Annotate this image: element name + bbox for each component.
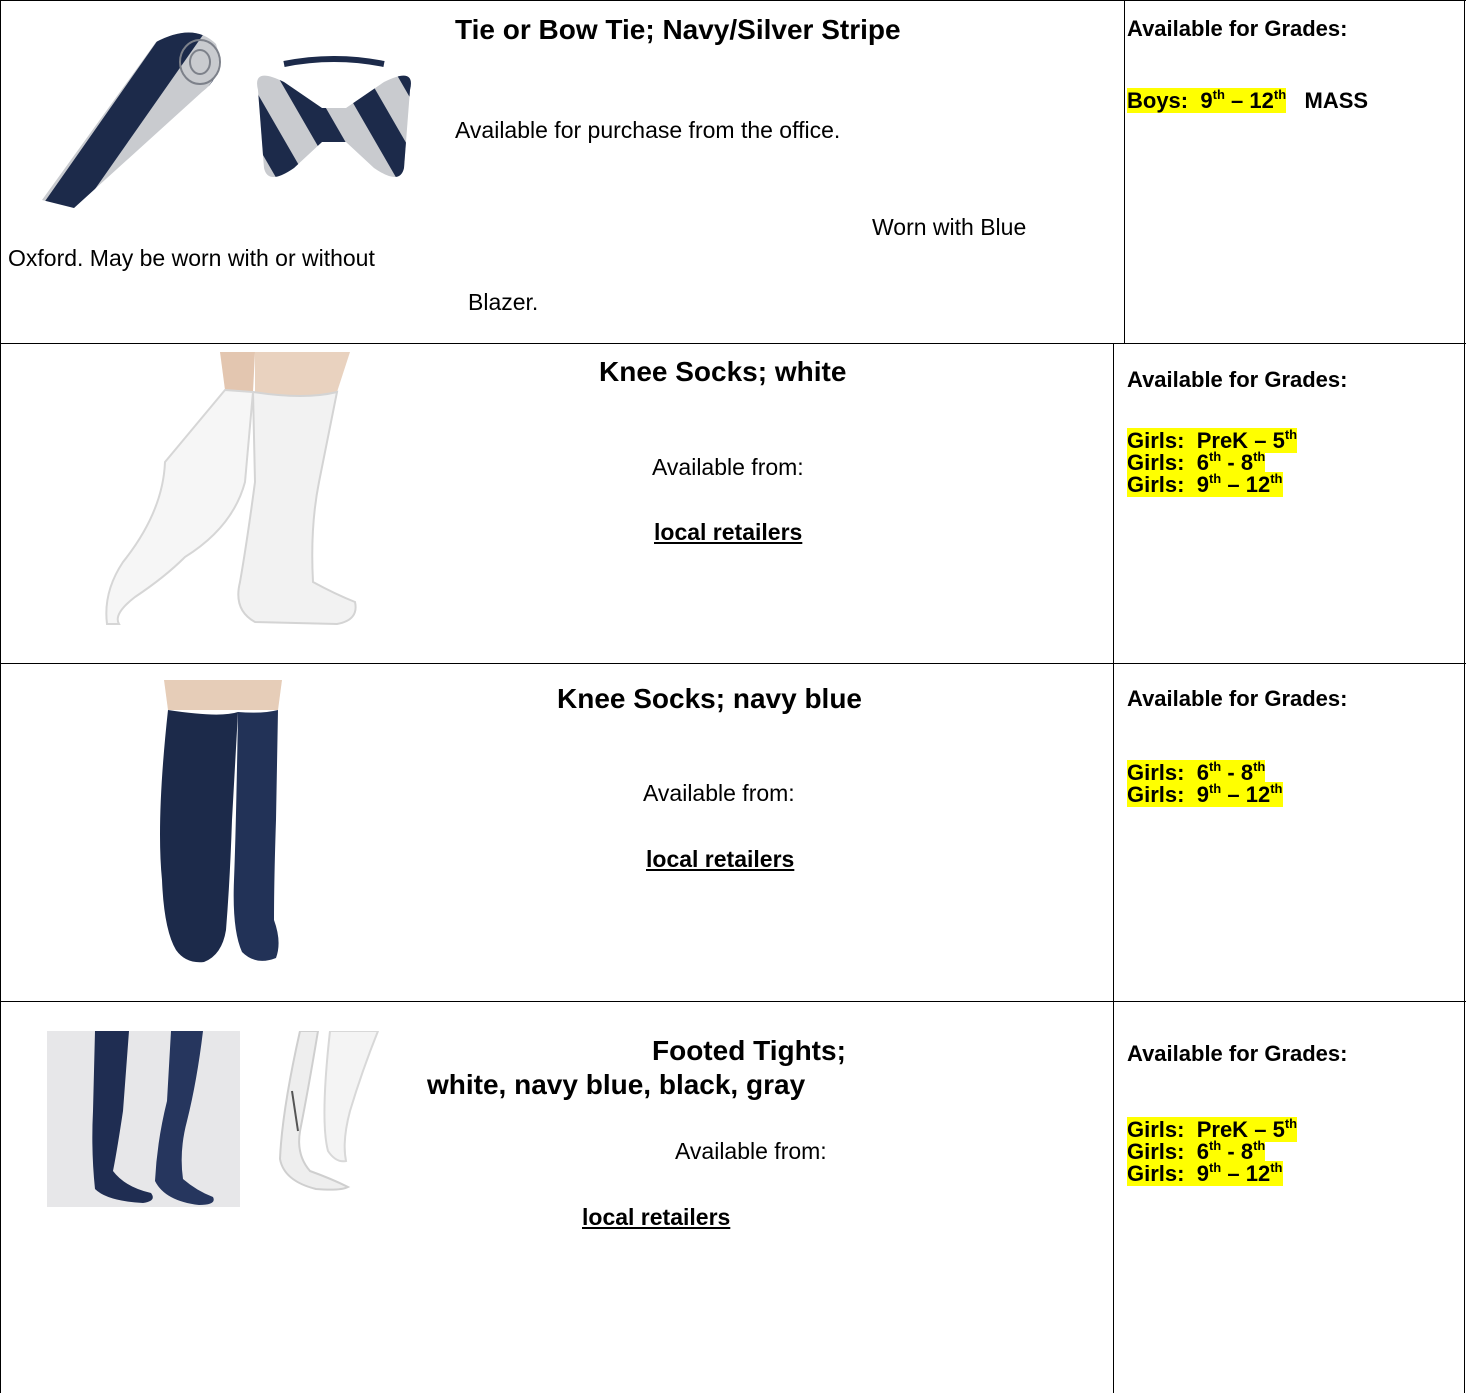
retailer-link[interactable]: local retailers [654, 519, 802, 546]
product-title: Knee Socks; white [599, 356, 847, 387]
usage-note: Oxford. May be worn with or without [8, 245, 375, 271]
column-divider [1124, 0, 1125, 343]
necktie-image [42, 32, 221, 208]
usage-note: Blazer. [468, 289, 539, 315]
grade-entry: Girls: 6th - 8th [1127, 759, 1266, 785]
grade-list: Boys: 9th – 12th MASS [1127, 87, 1369, 113]
grade-entry: Girls: 9th – 12th [1127, 471, 1283, 497]
column-divider [1113, 343, 1114, 1393]
white-tights-image [270, 1031, 380, 1191]
availability-note: Available from: [652, 454, 804, 480]
availability-note: Available from: [675, 1138, 827, 1164]
grade-list: Girls: PreK – 5th Girls: 6th - 8th Girls… [1127, 1117, 1298, 1186]
grade-list: Girls: 6th - 8th Girls: 9th – 12th [1127, 759, 1283, 807]
retailer-link[interactable]: local retailers [646, 846, 794, 873]
table-border-left [0, 0, 1, 1393]
bow-tie-image [257, 56, 411, 177]
product-title: Knee Socks; navy blue [557, 683, 863, 714]
purchase-note: Available for purchase from the office. [455, 117, 841, 143]
row-divider [0, 343, 1466, 344]
available-grades-label: Available for Grades: [1127, 367, 1348, 392]
availability-note: Available from: [643, 780, 795, 806]
navy-knee-socks-image [160, 680, 282, 963]
product-subtitle: white, navy blue, black, gray [427, 1069, 806, 1100]
grade-entry: Girls: 9th – 12th [1127, 1160, 1283, 1186]
grade-entry: Boys: 9th – 12th MASS [1127, 87, 1369, 113]
navy-tights-image [47, 1031, 240, 1207]
row-divider [0, 1001, 1466, 1002]
white-knee-socks-image [105, 352, 360, 627]
product-title: Tie or Bow Tie; Navy/Silver Stripe [455, 14, 901, 45]
available-grades-label: Available for Grades: [1127, 1041, 1348, 1066]
product-title: Footed Tights; [652, 1035, 846, 1066]
table-border-top [0, 0, 1466, 1]
available-grades-label: Available for Grades: [1127, 16, 1348, 41]
retailer-link[interactable]: local retailers [582, 1204, 730, 1231]
row-divider [0, 663, 1466, 664]
grade-list: Girls: PreK – 5th Girls: 6th - 8th Girls… [1127, 428, 1298, 497]
table-border-right [1464, 0, 1465, 1393]
available-grades-label: Available for Grades: [1127, 686, 1348, 711]
grade-entry: Girls: 9th – 12th [1127, 781, 1283, 807]
usage-note: Worn with Blue [872, 214, 1027, 240]
